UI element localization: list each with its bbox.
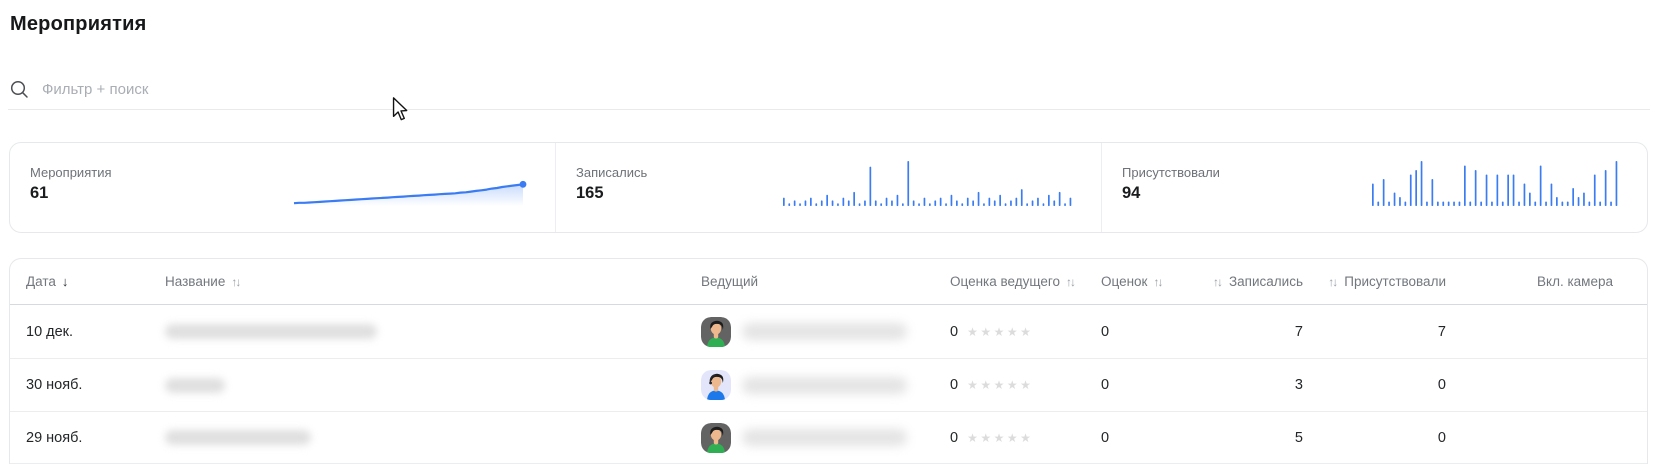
column-header-host: Ведущий — [701, 274, 950, 289]
attended-count: 0 — [1437, 377, 1446, 393]
host-cell — [701, 422, 950, 453]
host-cell — [701, 370, 950, 400]
host-avatar — [701, 316, 731, 347]
stat-events: Мероприятия 61 — [10, 143, 555, 232]
event-title-redacted — [165, 430, 701, 445]
column-label: Название — [165, 274, 226, 289]
mouse-cursor — [392, 97, 408, 121]
page-title: Мероприятия — [10, 13, 147, 35]
column-label: Вкл. камера — [1537, 274, 1613, 289]
event-date: 29 нояб. — [26, 429, 83, 446]
column-label: Оценка ведущего — [950, 274, 1060, 289]
column-header-attended[interactable]: ↑↓ Присутствовали — [1303, 274, 1446, 289]
search-icon — [10, 80, 28, 98]
column-header-title[interactable]: Название ↑↓ — [165, 274, 701, 289]
sort-both-icon: ↑↓ — [1153, 274, 1163, 289]
event-row[interactable]: 29 нояб. 0 ★★★★★ 0 5 0 — [10, 411, 1647, 464]
host-avatar — [701, 422, 731, 453]
signed-up-count: 5 — [1294, 429, 1303, 446]
sort-both-icon: ↑↓ — [1328, 274, 1338, 289]
signed-up-count: 3 — [1294, 377, 1303, 393]
column-header-signed-up[interactable]: ↑↓ Записались — [1213, 274, 1303, 289]
event-row[interactable]: 30 нояб. 0 ★★★★★ 0 3 0 — [10, 358, 1647, 411]
rating-stars-icon: ★★★★★ — [967, 430, 1034, 445]
host-rating-value: 0 — [950, 377, 959, 393]
column-label: Присутствовали — [1344, 274, 1446, 289]
attendance-bar-chart — [1372, 161, 1618, 206]
sort-both-icon: ↑↓ — [1213, 274, 1223, 289]
search-input[interactable] — [42, 81, 1650, 98]
host-avatar — [701, 370, 731, 400]
host-name-redacted — [742, 376, 907, 394]
sort-both-icon: ↑↓ — [1065, 274, 1076, 289]
host-cell — [701, 316, 950, 347]
headset-mic — [709, 381, 712, 385]
attended-count: 7 — [1437, 323, 1446, 340]
stats-panel: Мероприятия 61 Записались 165 Присутство… — [9, 142, 1648, 233]
column-header-date[interactable]: Дата ↓ — [26, 274, 165, 289]
column-label: Ведущий — [701, 274, 759, 289]
stat-signed-up: Записались 165 — [555, 143, 1101, 232]
rating-stars-icon: ★★★★★ — [967, 378, 1034, 392]
signups-bar-chart — [783, 161, 1072, 207]
signed-up-count: 7 — [1294, 323, 1303, 340]
column-label: Дата — [26, 274, 56, 289]
rating-stars-icon: ★★★★★ — [967, 324, 1034, 339]
events-line-chart — [293, 180, 527, 206]
attended-count: 0 — [1437, 429, 1446, 446]
host-name-redacted — [742, 429, 907, 446]
event-title-redacted — [165, 324, 701, 339]
event-date: 10 дек. — [26, 323, 74, 340]
sort-both-icon: ↑↓ — [231, 274, 241, 289]
column-header-ratings-count[interactable]: Оценок ↑↓ — [1101, 274, 1218, 289]
event-row[interactable]: 10 дек. 0 ★★★★★ 0 7 7 — [10, 305, 1647, 358]
host-rating-cell: 0 ★★★★★ — [950, 430, 1101, 446]
column-label: Оценок — [1101, 274, 1148, 289]
host-rating-cell: 0 ★★★★★ — [950, 377, 1101, 393]
column-label: Записались — [1229, 274, 1303, 289]
event-date: 30 нояб. — [26, 377, 83, 393]
stat-attended: Присутствовали 94 — [1101, 143, 1647, 232]
ratings-count: 0 — [1101, 377, 1110, 393]
host-rating-value: 0 — [950, 429, 959, 446]
table-header-row: Дата ↓ Название ↑↓ Ведущий Оценка ведуще… — [10, 259, 1647, 305]
events-page: Мероприятия Мероприятия 61 Записались 16… — [0, 0, 1661, 465]
ratings-count: 0 — [1101, 429, 1110, 446]
search-bar[interactable] — [8, 76, 1650, 110]
event-title-redacted — [165, 377, 701, 393]
sort-desc-icon: ↓ — [61, 274, 69, 289]
host-name-redacted — [742, 323, 907, 340]
host-rating-value: 0 — [950, 323, 959, 340]
events-table: Дата ↓ Название ↑↓ Ведущий Оценка ведуще… — [9, 258, 1648, 464]
host-rating-cell: 0 ★★★★★ — [950, 324, 1101, 340]
ratings-count: 0 — [1101, 323, 1110, 340]
column-header-host-rating[interactable]: Оценка ведущего ↑↓ — [950, 274, 1101, 289]
column-header-camera: Вкл. камера — [1446, 274, 1613, 289]
